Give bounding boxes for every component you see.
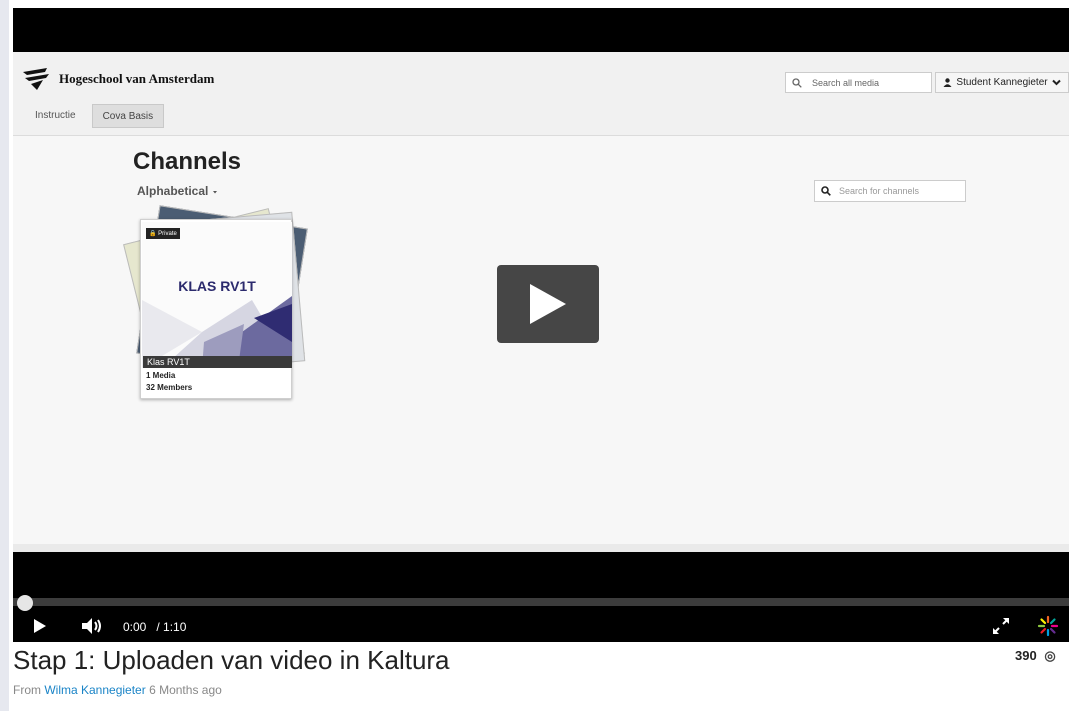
search-icon (821, 186, 831, 196)
chevron-down-icon (1051, 79, 1061, 86)
video-byline: From Wilma Kannegieter 6 Months ago (13, 683, 222, 697)
channel-meta: 1 Media 32 Members (146, 370, 192, 394)
member-count: 32 Members (146, 383, 193, 392)
site-header: Hogeschool van Amsterdam Instructie Cova… (13, 52, 1069, 136)
current-time: 0:00 (123, 620, 147, 634)
byline-prefix: From (13, 683, 41, 697)
user-menu-button[interactable]: Student Kannegieter (935, 72, 1069, 93)
player-controls: 0:00 / 1:10 (13, 552, 1069, 642)
duration: / 1:10 (156, 620, 187, 634)
channel-search-input[interactable]: Search for channels (814, 180, 966, 202)
fullscreen-icon[interactable] (991, 616, 1011, 636)
page: Hogeschool van Amsterdam Instructie Cova… (0, 0, 1069, 711)
user-name: Student Kannegieter (956, 77, 1048, 88)
channel-search-placeholder: Search for channels (839, 186, 920, 196)
video-player[interactable]: Hogeschool van Amsterdam Instructie Cova… (13, 8, 1069, 642)
author-link[interactable]: Wilma Kannegieter (44, 683, 145, 697)
view-count-value: 390 (1015, 648, 1037, 663)
media-count: 1 Media (146, 371, 176, 380)
hva-logo-icon (23, 68, 49, 90)
lock-icon: 🔒 (149, 231, 157, 237)
upload-age: 6 Months ago (149, 683, 222, 697)
progress-bar[interactable] (13, 598, 1069, 606)
logo: Hogeschool van Amsterdam (21, 66, 214, 92)
search-media-input[interactable]: Search all media (785, 72, 932, 93)
private-badge: 🔒 Private (146, 228, 180, 239)
thumbnail-title: KLAS RV1T (178, 278, 256, 294)
volume-icon[interactable] (81, 617, 103, 635)
channel-card-stack[interactable]: 🔒 Private KLAS RV1T Klas RV1T 1 Media 32… (123, 204, 335, 414)
big-play-button[interactable] (497, 265, 599, 343)
search-icon (792, 77, 802, 88)
channel-name[interactable]: Klas RV1T (143, 356, 292, 368)
video-frame[interactable]: Hogeschool van Amsterdam Instructie Cova… (13, 52, 1069, 552)
scrubber-handle[interactable] (17, 595, 33, 611)
kaltura-logo-icon[interactable] (1037, 615, 1059, 637)
channel-thumbnail[interactable]: 🔒 Private KLAS RV1T Klas RV1T (142, 222, 292, 368)
sort-dropdown[interactable]: Alphabetical (137, 184, 218, 198)
nav-tab-cova-basis[interactable]: Cova Basis (91, 104, 165, 128)
player-top-bar (13, 8, 1069, 52)
user-icon (943, 78, 952, 87)
search-media-placeholder: Search all media (812, 77, 880, 88)
private-label: Private (158, 231, 177, 237)
sort-label: Alphabetical (137, 184, 209, 198)
channels-title: Channels (133, 148, 242, 175)
logo-text: Hogeschool van Amsterdam (59, 71, 215, 86)
time-display: 0:00 / 1:10 (123, 620, 186, 634)
thumbnail-graphic (142, 222, 292, 368)
left-rail (0, 0, 9, 711)
nav-tab-instructie[interactable]: Instructie (25, 104, 86, 128)
caret-down-icon (212, 191, 217, 194)
channel-card[interactable]: 🔒 Private KLAS RV1T Klas RV1T 1 Media 32… (140, 219, 292, 399)
play-icon (530, 284, 566, 324)
video-frame-bottom (13, 544, 1069, 552)
site-nav: Instructie Cova Basis (25, 104, 165, 128)
control-bar: 0:00 / 1:10 (13, 610, 1069, 642)
play-icon[interactable] (33, 618, 47, 634)
view-count: 390 ◎ (1015, 648, 1056, 664)
eye-icon: ◎ (1044, 648, 1056, 663)
video-title: Stap 1: Uploaden van video in Kaltura (13, 645, 450, 675)
